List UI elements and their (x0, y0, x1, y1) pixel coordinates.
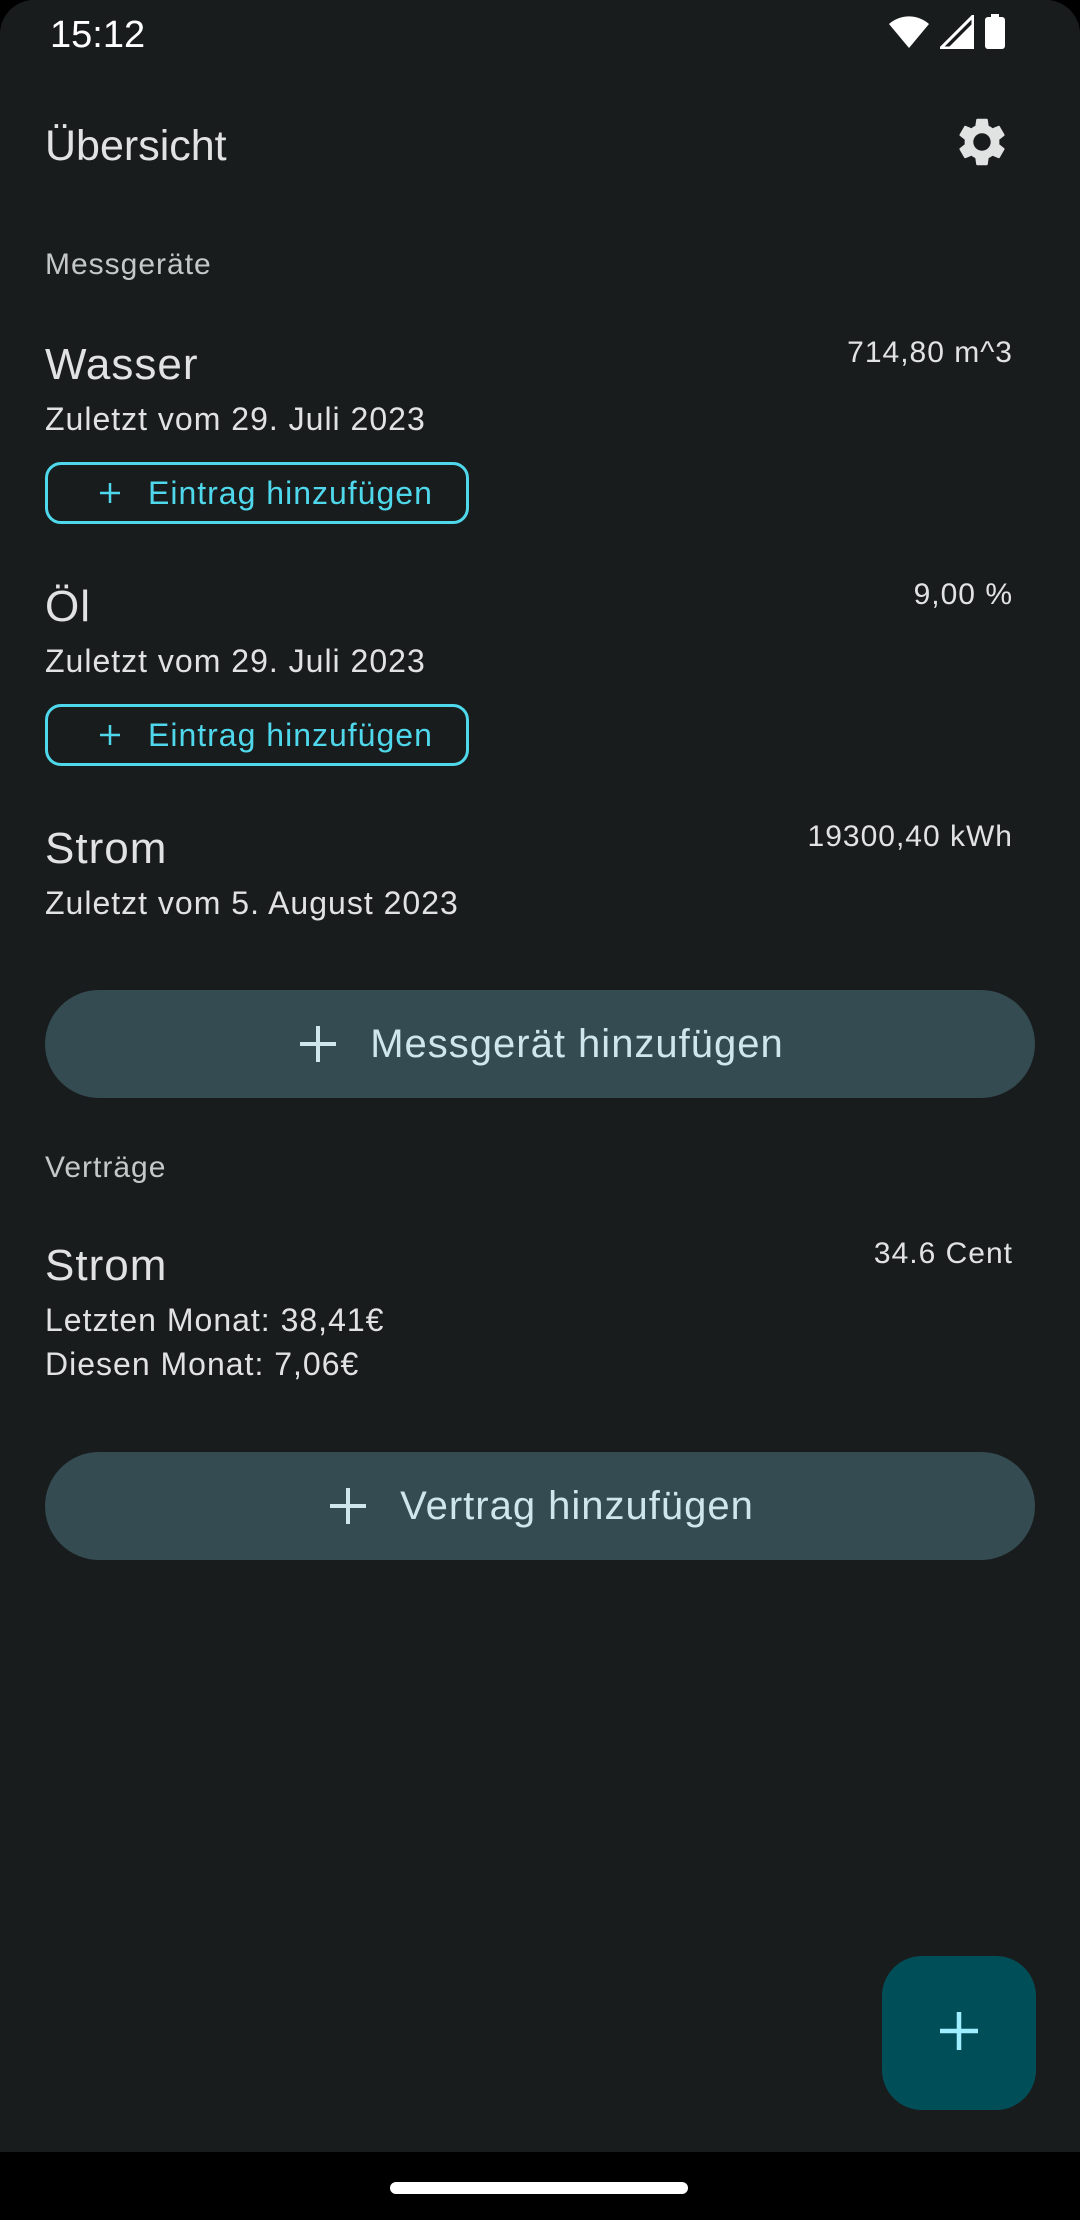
wifi-icon (888, 15, 930, 54)
page-title: Übersicht (45, 122, 227, 170)
add-entry-button[interactable]: Eintrag hinzufügen (45, 462, 469, 524)
meter-name: Wasser (45, 340, 199, 389)
app-screen: 15:12 Übersicht Messgeräte Wasser 714,80… (0, 0, 1080, 2220)
meter-value: 9,00 % (913, 578, 1013, 611)
settings-button[interactable] (950, 112, 1014, 176)
meter-last-date: Zuletzt vom 5. August 2023 (45, 885, 459, 921)
plus-icon (96, 721, 124, 749)
add-contract-button[interactable]: Vertrag hinzufügen (45, 1452, 1035, 1560)
meter-value: 714,80 m^3 (847, 336, 1013, 369)
add-meter-label: Messgerät hinzufügen (370, 1021, 784, 1066)
contract-this-month: Diesen Monat: 7,06€ (45, 1346, 360, 1382)
add-entry-button[interactable]: Eintrag hinzufügen (45, 704, 469, 766)
meter-last-date: Zuletzt vom 29. Juli 2023 (45, 401, 426, 437)
meter-name: Öl (45, 582, 91, 631)
status-icons (888, 11, 1006, 55)
section-label-meters: Messgeräte (45, 248, 212, 281)
fab-add-button[interactable] (882, 1956, 1036, 2110)
contract-price: 34.6 Cent (873, 1237, 1013, 1270)
add-contract-label: Vertrag hinzufügen (400, 1483, 754, 1528)
meter-value: 19300,40 kWh (807, 820, 1013, 853)
gear-icon (953, 113, 1011, 176)
battery-icon (984, 13, 1006, 55)
add-meter-button[interactable]: Messgerät hinzufügen (45, 990, 1035, 1098)
contract-name: Strom (45, 1241, 168, 1290)
plus-icon (326, 1484, 370, 1528)
add-entry-label: Eintrag hinzufügen (148, 716, 433, 753)
plus-icon (938, 2010, 980, 2057)
signal-icon (937, 11, 975, 54)
contract-last-month: Letzten Monat: 38,41€ (45, 1302, 385, 1338)
status-time: 15:12 (50, 14, 146, 56)
meter-last-date: Zuletzt vom 29. Juli 2023 (45, 643, 426, 679)
section-label-contracts: Verträge (45, 1151, 167, 1184)
plus-icon (296, 1022, 340, 1066)
add-entry-label: Eintrag hinzufügen (148, 474, 433, 511)
plus-icon (96, 479, 124, 507)
meter-name: Strom (45, 824, 168, 873)
home-gesture-handle[interactable] (390, 2182, 688, 2194)
